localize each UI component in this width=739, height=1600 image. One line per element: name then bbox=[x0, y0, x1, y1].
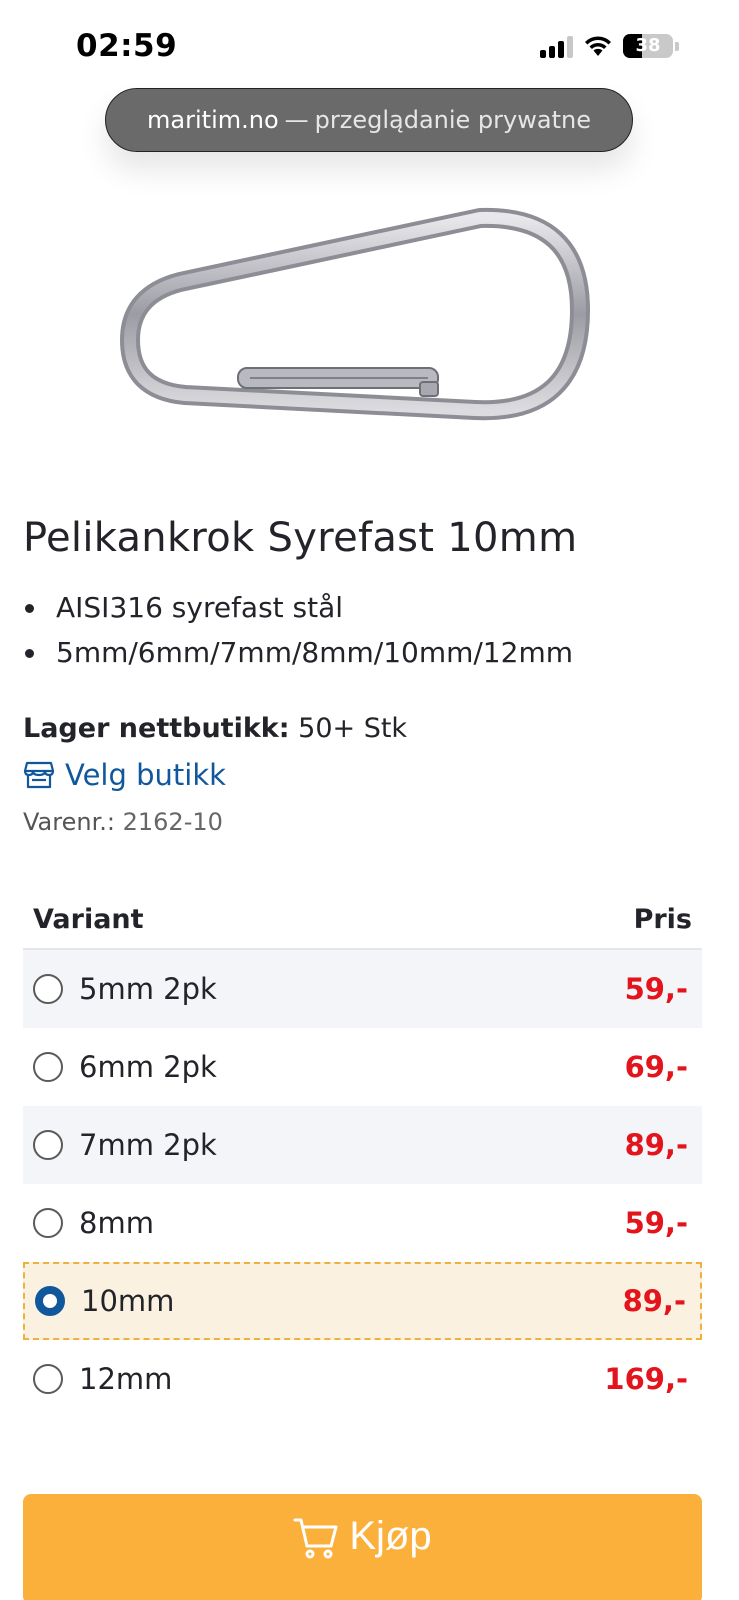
cart-icon bbox=[293, 1518, 338, 1559]
url-domain: maritim.no bbox=[147, 106, 279, 134]
variant-row-selected[interactable]: 10mm 89,- bbox=[23, 1262, 702, 1340]
variant-price: 89,- bbox=[624, 1128, 688, 1162]
battery-level: 38 bbox=[635, 35, 661, 56]
variant-name: 6mm 2pk bbox=[79, 1050, 217, 1084]
private-browsing-label: przeglądanie prywatne bbox=[314, 106, 591, 134]
buy-button-label: Kjøp bbox=[349, 1514, 432, 1558]
store-icon bbox=[23, 761, 55, 789]
url-separator: — bbox=[284, 106, 309, 134]
variant-row[interactable]: 5mm 2pk 59,- bbox=[23, 950, 702, 1028]
variant-name: 5mm 2pk bbox=[79, 972, 217, 1006]
variant-price: 59,- bbox=[624, 1206, 688, 1240]
stock-value: 50+ Stk bbox=[298, 713, 408, 744]
variant-row[interactable]: 6mm 2pk 69,- bbox=[23, 1028, 702, 1106]
stock-info: Lager nettbutikk: 50+ Stk bbox=[23, 713, 407, 744]
battery-icon: 38 bbox=[623, 34, 673, 58]
product-image bbox=[120, 207, 590, 421]
sku-label: Varenr.: bbox=[23, 808, 115, 836]
feature-item: 5mm/6mm/7mm/8mm/10mm/12mm bbox=[23, 630, 573, 675]
variant-radio[interactable] bbox=[33, 1364, 63, 1394]
variant-table-header: Variant Pris bbox=[23, 890, 702, 950]
feature-item: AISI316 syrefast stål bbox=[23, 585, 573, 630]
sku-value: 2162-10 bbox=[122, 808, 223, 836]
variant-price: 69,- bbox=[624, 1050, 688, 1084]
status-icons: 38 bbox=[540, 34, 679, 58]
variant-name: 10mm bbox=[81, 1284, 175, 1318]
buy-button[interactable]: Kjøp bbox=[23, 1494, 702, 1600]
variant-column-header: Variant bbox=[33, 903, 144, 935]
variant-table: Variant Pris 5mm 2pk 59,- 6mm 2pk 69,- 7… bbox=[23, 890, 702, 1418]
variant-price: 169,- bbox=[604, 1362, 688, 1396]
cellular-signal-icon bbox=[540, 34, 573, 58]
variant-price: 59,- bbox=[624, 972, 688, 1006]
price-column-header: Pris bbox=[633, 903, 692, 935]
sku-info: Varenr.: 2162-10 bbox=[23, 808, 223, 836]
variant-radio[interactable] bbox=[33, 1130, 63, 1160]
feature-list: AISI316 syrefast stål 5mm/6mm/7mm/8mm/10… bbox=[23, 585, 573, 675]
variant-row[interactable]: 12mm 169,- bbox=[23, 1340, 702, 1418]
status-bar: 02:59 38 bbox=[0, 0, 739, 90]
variant-price: 89,- bbox=[622, 1284, 686, 1318]
variant-radio[interactable] bbox=[33, 1052, 63, 1082]
variant-row[interactable]: 8mm 59,- bbox=[23, 1184, 702, 1262]
status-time: 02:59 bbox=[76, 28, 178, 64]
select-store-label: Velg butikk bbox=[65, 758, 226, 792]
wifi-icon bbox=[585, 36, 611, 56]
variant-radio-checked[interactable] bbox=[35, 1286, 65, 1316]
variant-row[interactable]: 7mm 2pk 89,- bbox=[23, 1106, 702, 1184]
variant-name: 12mm bbox=[79, 1362, 173, 1396]
variant-name: 8mm bbox=[79, 1206, 154, 1240]
variant-name: 7mm 2pk bbox=[79, 1128, 217, 1162]
url-bar[interactable]: maritim.no — przeglądanie prywatne bbox=[105, 88, 633, 152]
variant-radio[interactable] bbox=[33, 974, 63, 1004]
product-title: Pelikankrok Syrefast 10mm bbox=[23, 515, 578, 561]
stock-label: Lager nettbutikk: bbox=[23, 713, 290, 744]
variant-radio[interactable] bbox=[33, 1208, 63, 1238]
select-store-link[interactable]: Velg butikk bbox=[23, 758, 226, 792]
